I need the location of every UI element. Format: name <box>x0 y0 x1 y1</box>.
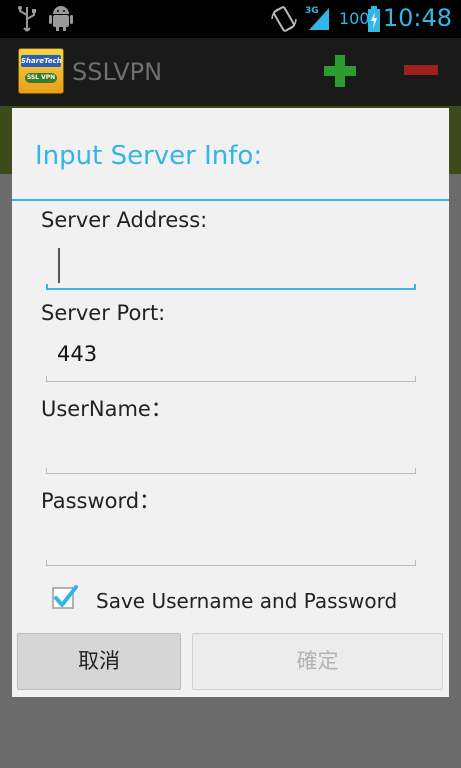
add-icon[interactable] <box>322 53 358 89</box>
server-address-label: Server Address: <box>41 208 208 232</box>
server-port-label: Server Port: <box>41 301 166 325</box>
clock: 10:48 <box>382 4 452 32</box>
battery-charging-icon <box>368 6 380 32</box>
usb-icon <box>18 6 36 32</box>
confirm-button[interactable]: 確定 <box>192 633 443 690</box>
input-underline <box>46 473 416 474</box>
input-underline <box>46 288 416 290</box>
action-bar: ShareTech SSL VPN SSLVPN <box>0 38 461 106</box>
title-divider <box>12 199 449 201</box>
logo-text-bottom: SSL VPN <box>25 73 57 83</box>
cancel-button[interactable]: 取消 <box>17 633 181 690</box>
text-cursor <box>58 248 60 283</box>
save-credentials-label[interactable]: Save Username and Password <box>96 589 397 613</box>
password-input[interactable] <box>46 520 416 566</box>
battery-percent: 100 <box>339 9 370 28</box>
server-port-value: 443 <box>57 342 98 366</box>
password-label: Password： <box>41 489 161 513</box>
logo-text-top: ShareTech <box>21 55 62 67</box>
signal-3g-icon: 3G <box>305 6 329 30</box>
server-port-input[interactable]: 443 <box>46 336 416 382</box>
server-info-dialog: Input Server Info: Server Address: Serve… <box>12 108 449 697</box>
app-logo: ShareTech SSL VPN <box>18 48 64 94</box>
android-debug-icon <box>49 6 73 31</box>
screen-rotate-icon <box>271 6 297 32</box>
app-title: SSLVPN <box>72 58 163 86</box>
dialog-title: Input Server Info: <box>35 141 263 171</box>
server-address-input[interactable] <box>46 244 416 290</box>
username-input[interactable] <box>46 428 416 474</box>
username-label: UserName： <box>41 397 172 421</box>
svg-text:3G: 3G <box>305 6 319 16</box>
input-underline <box>46 381 416 382</box>
remove-icon[interactable] <box>404 64 438 76</box>
input-underline <box>46 565 416 566</box>
status-bar: 3G 100 10:48 <box>0 0 461 38</box>
save-credentials-checkbox[interactable] <box>52 585 78 611</box>
